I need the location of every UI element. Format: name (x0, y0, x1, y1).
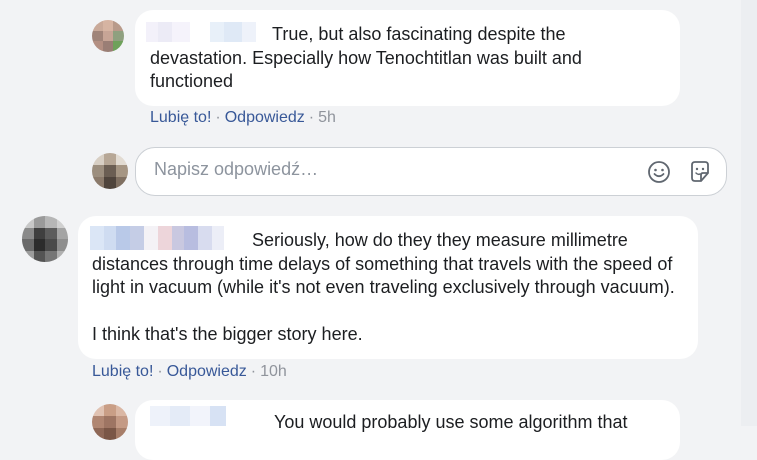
reply-button[interactable]: Odpowiedz (167, 363, 247, 380)
separator: · (215, 109, 221, 126)
comment-actions: Lubię to! · Odpowiedz · 10h (92, 363, 287, 381)
comment-text: Seriously, how do they they measure mill… (92, 230, 675, 297)
comment-text: You would probably use some algorithm th… (274, 412, 628, 432)
sticker-icon[interactable] (687, 159, 713, 185)
like-button[interactable]: Lubię to! (92, 363, 153, 380)
comments-panel: { "comments": [ { "text": "True, but als… (0, 0, 757, 460)
avatar[interactable] (92, 404, 128, 440)
my-avatar (92, 153, 128, 189)
reply-input[interactable] (152, 158, 626, 181)
avatar[interactable] (92, 20, 124, 52)
separator: · (308, 109, 315, 126)
comment-text: I think that's the bigger story here. (92, 324, 363, 344)
reply-box (135, 147, 727, 196)
like-button[interactable]: Lubię to! (150, 109, 211, 126)
emoji-icon[interactable] (646, 159, 672, 185)
scrollbar[interactable] (741, 0, 757, 426)
separator: · (250, 363, 257, 380)
reply-button[interactable]: Odpowiedz (225, 109, 305, 126)
comment-text: True, but also fascinating despite the d… (150, 24, 582, 91)
comment-actions: Lubię to! · Odpowiedz · 5h (150, 109, 336, 127)
separator: · (157, 363, 163, 380)
avatar[interactable] (22, 216, 68, 262)
timestamp[interactable]: 5h (318, 109, 336, 126)
timestamp[interactable]: 10h (260, 363, 287, 380)
